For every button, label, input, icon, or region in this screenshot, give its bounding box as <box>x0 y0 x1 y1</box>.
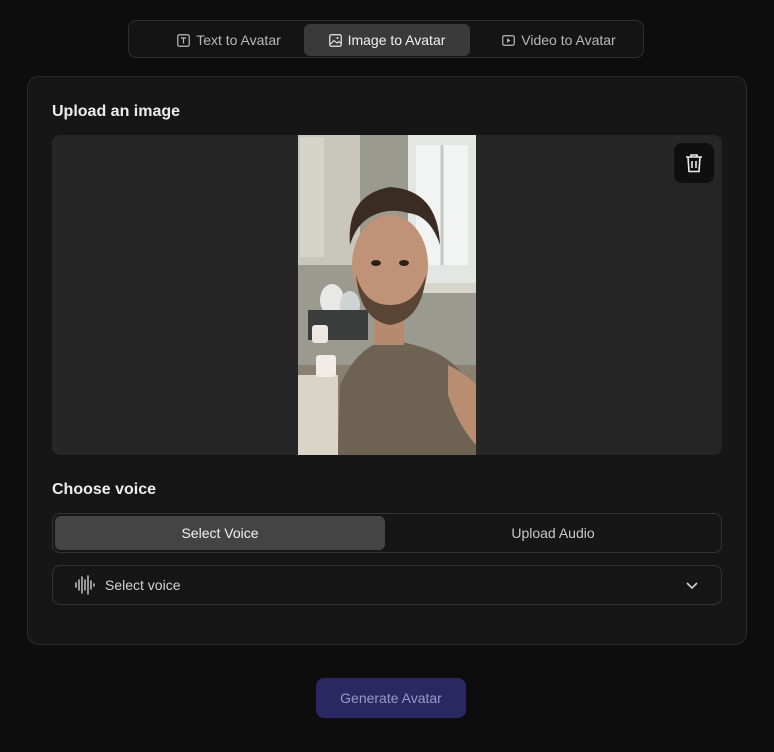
audio-wave-icon <box>75 575 95 595</box>
tab-label: Text to Avatar <box>196 32 281 48</box>
voice-source-toggle: Select Voice Upload Audio <box>52 513 722 553</box>
upload-audio-option[interactable]: Upload Audio <box>387 516 719 550</box>
voice-dropdown-placeholder: Select voice <box>105 577 181 593</box>
tab-text-to-avatar[interactable]: Text to Avatar <box>149 24 309 56</box>
chevron-down-icon <box>686 582 698 590</box>
trash-icon <box>686 154 702 173</box>
upload-section-title: Upload an image <box>52 103 181 120</box>
mode-tabs: Text to Avatar Image to Avatar Video to … <box>128 20 644 58</box>
generate-avatar-button[interactable]: Generate Avatar <box>316 678 466 718</box>
tab-video-to-avatar[interactable]: Video to Avatar <box>479 24 639 56</box>
uploaded-image-preview <box>298 135 476 455</box>
voice-section-title: Choose voice <box>52 481 157 498</box>
select-voice-option[interactable]: Select Voice <box>55 516 385 550</box>
voice-dropdown[interactable]: Select voice <box>52 565 722 605</box>
video-icon <box>502 34 516 46</box>
image-upload-area[interactable] <box>52 135 722 455</box>
text-box-icon <box>177 33 191 47</box>
image-icon <box>328 33 342 47</box>
tab-image-to-avatar[interactable]: Image to Avatar <box>304 24 470 56</box>
delete-image-button[interactable] <box>674 143 714 183</box>
avatar-form-card: Upload an image Choose voice Select Voic… <box>27 76 747 645</box>
tab-label: Image to Avatar <box>347 32 446 48</box>
tab-label: Video to Avatar <box>521 32 616 48</box>
